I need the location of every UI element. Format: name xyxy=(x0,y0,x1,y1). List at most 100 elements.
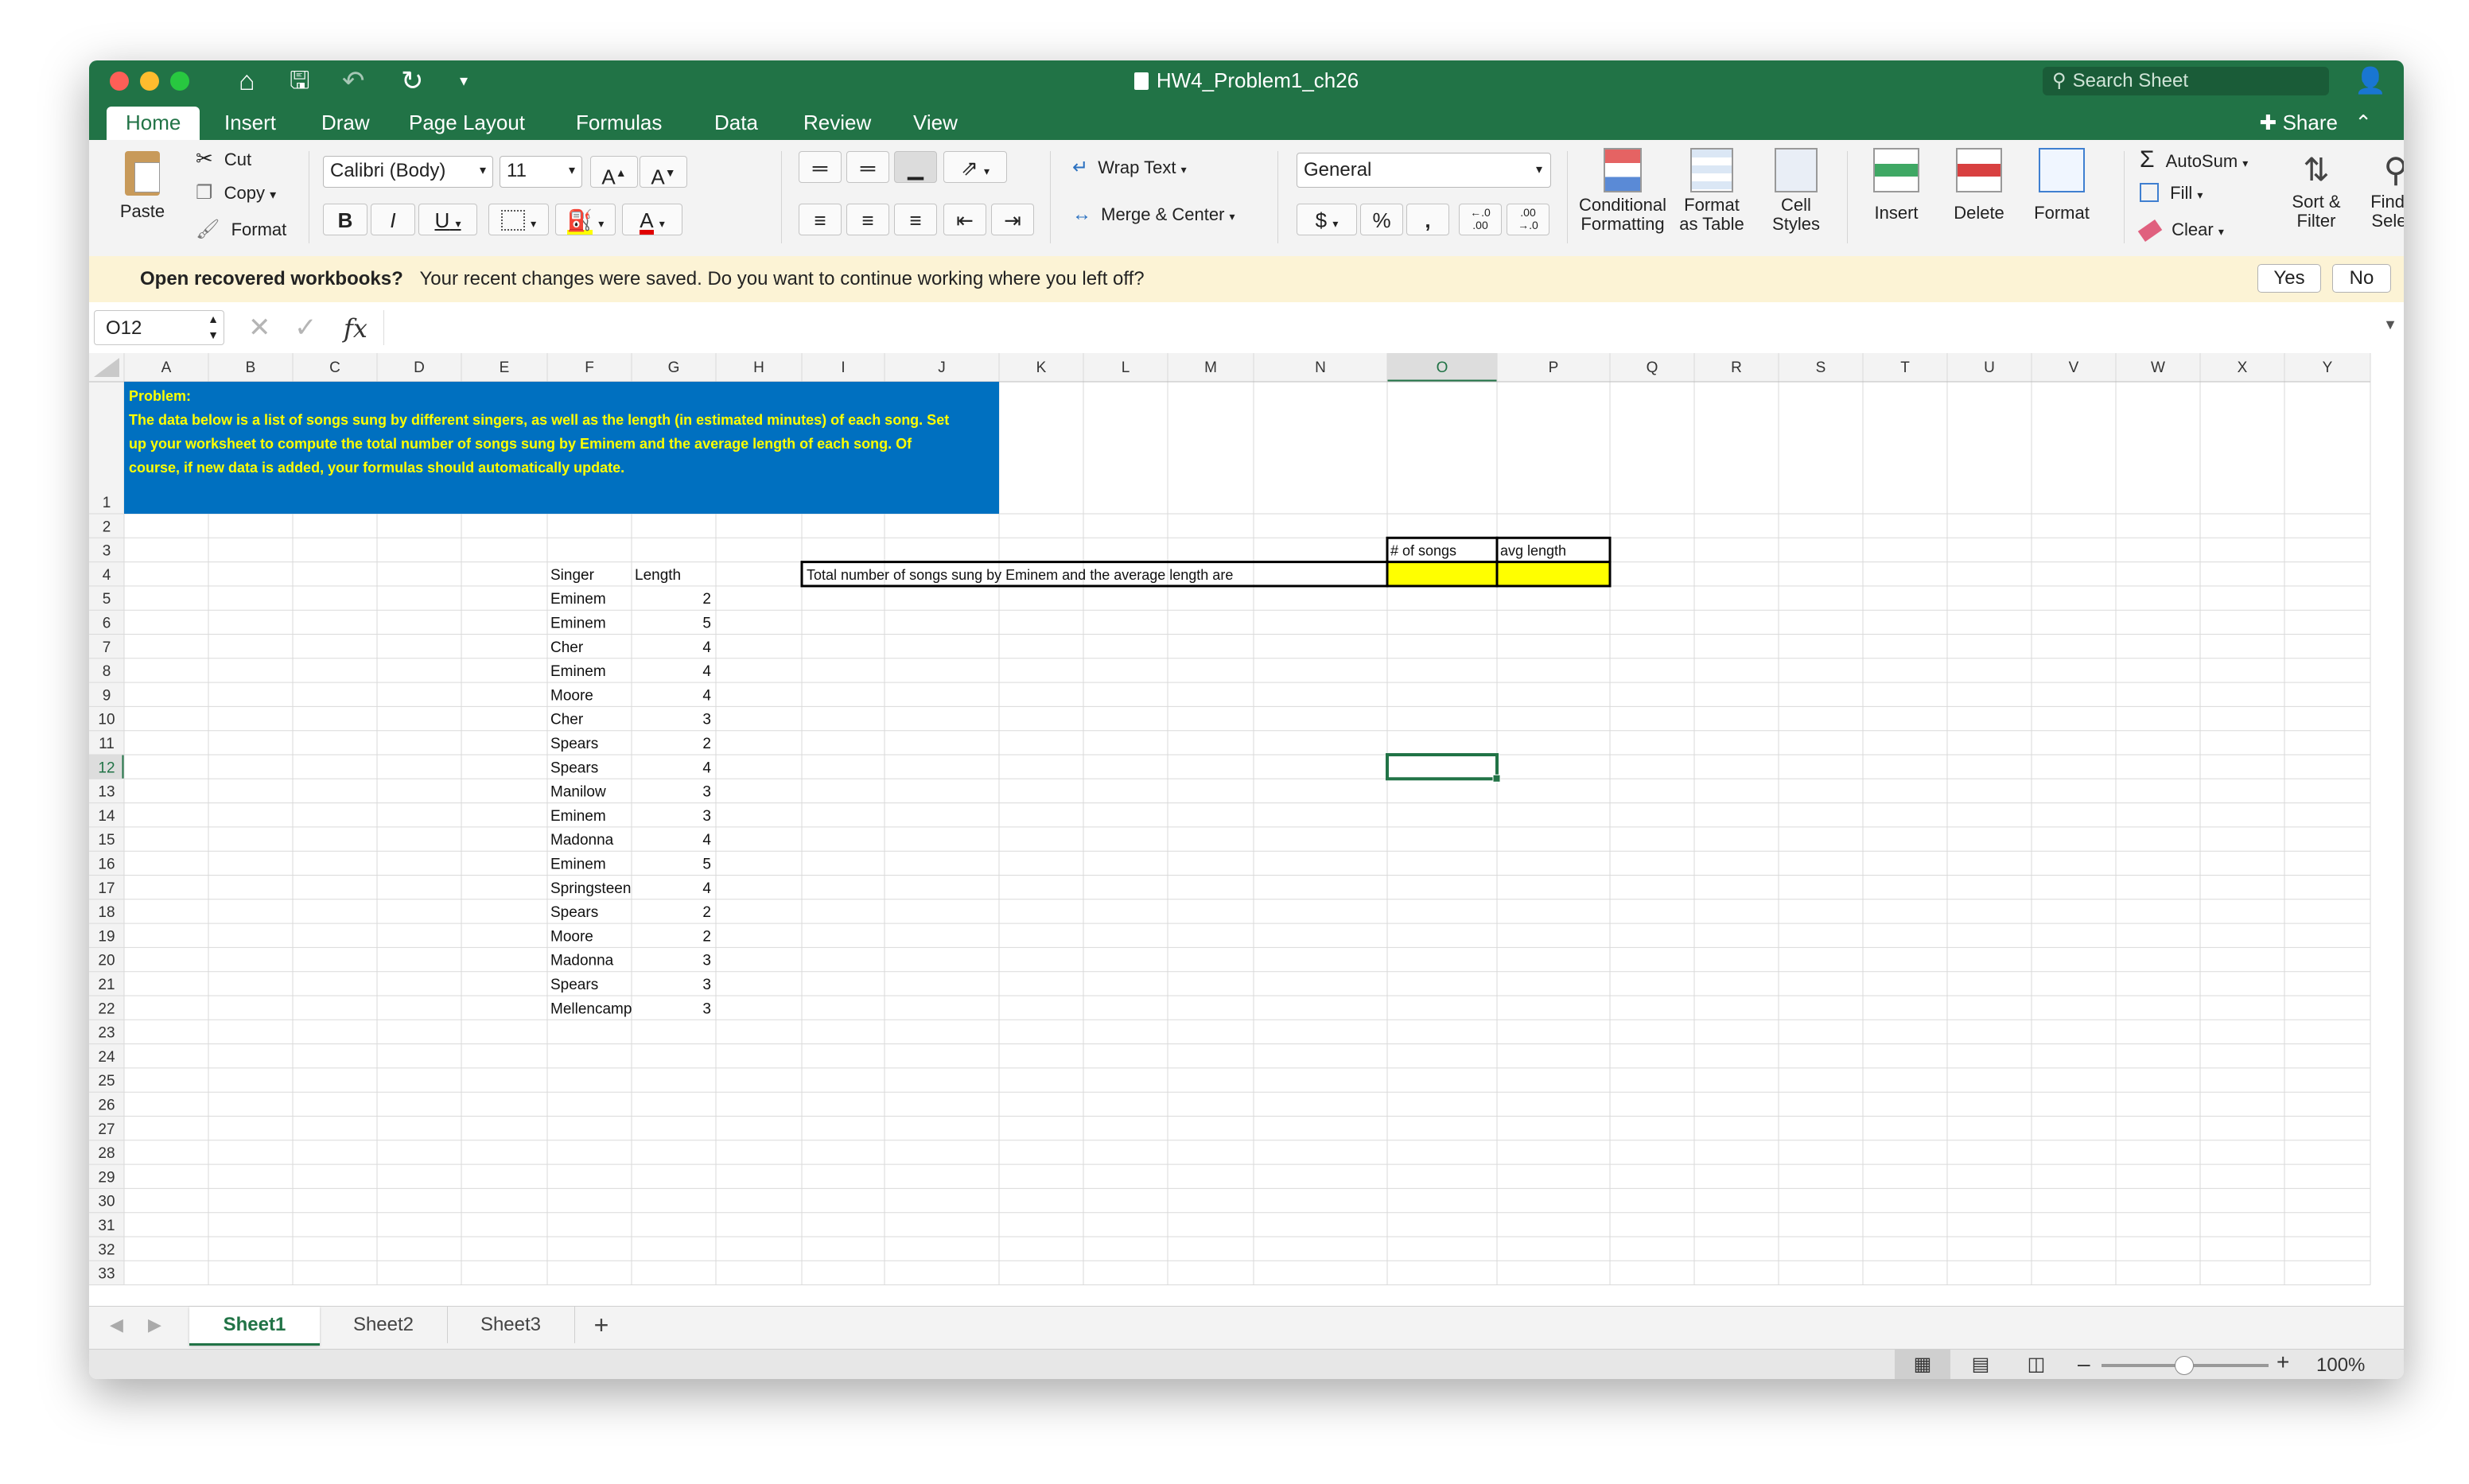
sheet-tab-sheet3[interactable]: Sheet3 xyxy=(447,1307,575,1343)
row-header-31: 31 xyxy=(98,1218,115,1234)
sheet-tab-sheet2[interactable]: Sheet2 xyxy=(320,1307,448,1343)
singer-cell: Moore xyxy=(550,928,593,945)
add-sheet-button[interactable]: + xyxy=(577,1307,625,1343)
page-layout-view-icon[interactable]: ▤ xyxy=(1955,1350,2006,1379)
row-header-6: 6 xyxy=(103,616,111,632)
length-cell: 3 xyxy=(702,784,711,801)
summary-label: Total number of songs sung by Eminem and… xyxy=(807,567,1233,583)
singer-cell: Spears xyxy=(550,904,598,921)
font-color-button[interactable]: A ▾ xyxy=(622,204,682,235)
row-header-18: 18 xyxy=(98,904,115,921)
format-painter-button[interactable]: 🖌 Format xyxy=(196,218,286,241)
fill-button[interactable]: Fill ▾ xyxy=(2140,183,2203,204)
format-cells-button[interactable]: Format xyxy=(2022,148,2102,223)
singer-cell: Eminem xyxy=(550,808,606,825)
find-select-button[interactable]: ⚲ Find &Select xyxy=(2358,148,2404,231)
increase-indent-icon[interactable]: ⇥ xyxy=(991,204,1034,235)
recovered-workbooks-bar: Open recovered workbooks? Your recent ch… xyxy=(89,256,2404,303)
comma-style-button[interactable]: , xyxy=(1406,204,1449,235)
length-cell: 2 xyxy=(702,928,711,945)
confirm-entry-icon[interactable]: ✓ xyxy=(294,312,317,344)
cancel-entry-icon[interactable]: ✕ xyxy=(248,312,271,344)
font-name-select[interactable]: Calibri (Body) ▾ xyxy=(323,156,493,188)
tab-review[interactable]: Review xyxy=(784,107,890,140)
tab-view[interactable]: View xyxy=(894,107,977,140)
no-button[interactable]: No xyxy=(2332,264,2391,293)
worksheet-grid[interactable]: A B C D E F G H I J K L M N O P Q R S T U V W X Y 1 2 3 4 5 6 7 8 9 10 11 12… xyxy=(89,353,2404,1307)
sort-filter-icon: ⇅ xyxy=(2303,153,2330,188)
zoom-in-icon[interactable]: + xyxy=(2277,1350,2289,1375)
delete-cells-button[interactable]: Delete xyxy=(1939,148,2019,223)
insert-function-icon[interactable]: fx xyxy=(344,313,367,344)
row-header-4: 4 xyxy=(103,567,111,584)
underline-button[interactable]: U ▾ xyxy=(418,204,477,235)
tab-data[interactable]: Data xyxy=(695,107,777,140)
sheet-tab-sheet1[interactable]: Sheet1 xyxy=(189,1307,320,1346)
account-icon[interactable]: 👤 xyxy=(2354,65,2386,95)
scroll-left-icon[interactable]: ◀ xyxy=(110,1315,123,1335)
align-bottom-icon[interactable]: ▁ xyxy=(894,151,937,183)
increase-decimal-button[interactable]: ←.0 .00 xyxy=(1459,204,1502,235)
decrease-font-size-button[interactable]: A▼ xyxy=(640,156,687,189)
fill-color-button[interactable]: ⛽ ▾ xyxy=(555,204,616,235)
zoom-out-icon[interactable]: – xyxy=(2078,1351,2090,1377)
zoom-level: 100% xyxy=(2316,1354,2366,1376)
sort-filter-button[interactable]: ⇅ Sort & Filter xyxy=(2278,148,2354,231)
merge-center-button[interactable]: ↔ Merge & Center ▾ xyxy=(1072,204,1235,226)
italic-button[interactable]: I xyxy=(371,204,415,235)
accounting-format-button[interactable]: $ ▾ xyxy=(1297,204,1357,235)
length-cell: 4 xyxy=(702,880,711,897)
scroll-right-icon[interactable]: ▶ xyxy=(148,1315,161,1335)
column-header-f: F xyxy=(585,359,594,376)
tab-formulas[interactable]: Formulas xyxy=(557,107,681,140)
align-center-icon[interactable]: ≡ xyxy=(846,204,889,235)
orientation-icon[interactable]: ⇗ ▾ xyxy=(943,151,1007,183)
align-middle-icon[interactable]: ═ xyxy=(846,151,889,183)
name-box[interactable]: O12 ▲ ▼ xyxy=(94,310,224,345)
merge-icon: ↔ xyxy=(1072,204,1091,225)
format-as-table-button[interactable]: Format as Table xyxy=(1672,148,1752,234)
ribbon-tabs: Home Insert Draw Page Layout Formulas Da… xyxy=(89,107,2404,140)
align-right-icon[interactable]: ≡ xyxy=(894,204,937,235)
paste-button[interactable]: Paste xyxy=(107,151,178,221)
tab-draw[interactable]: Draw xyxy=(302,107,389,140)
cell-grid[interactable]: A B C D E F G H I J K L M N O P Q R S T U V W X Y123456789101112… xyxy=(89,353,2404,1307)
align-left-icon[interactable]: ≡ xyxy=(799,204,842,235)
cut-button[interactable]: ✂ Cut xyxy=(196,146,251,171)
column-header-x: X xyxy=(2238,359,2248,376)
autosum-button[interactable]: Σ AutoSum ▾ xyxy=(2140,146,2248,173)
yes-button[interactable]: Yes xyxy=(2257,264,2321,293)
sheet-tab-bar: ◀ ▶ Sheet1 Sheet2 Sheet3 + xyxy=(89,1306,2404,1350)
zoom-slider[interactable] xyxy=(2102,1356,2269,1375)
page-break-view-icon[interactable]: ◫ xyxy=(2011,1350,2062,1379)
tab-page-layout[interactable]: Page Layout xyxy=(390,107,544,140)
tab-insert[interactable]: Insert xyxy=(205,107,295,140)
increase-font-size-button[interactable]: A▲ xyxy=(590,156,638,189)
normal-view-icon[interactable]: ▦ xyxy=(1895,1350,1950,1379)
font-size-select[interactable]: 11 ▾ xyxy=(500,156,582,188)
zoom-slider-thumb[interactable] xyxy=(2175,1356,2194,1375)
borders-icon xyxy=(500,210,525,231)
conditional-formatting-button[interactable]: Conditional Formatting xyxy=(1575,148,1670,234)
share-button[interactable]: ✚ Share ⌃ xyxy=(2260,107,2372,138)
wrap-text-button[interactable]: ↵ Wrap Text ▾ xyxy=(1072,156,1187,179)
align-top-icon[interactable]: ═ xyxy=(799,151,842,183)
tab-home[interactable]: Home xyxy=(107,107,200,140)
collapse-ribbon-icon[interactable]: ⌃ xyxy=(2354,111,2372,134)
decrease-decimal-button[interactable]: .00 →.0 xyxy=(1507,204,1549,235)
percent-style-button[interactable]: % xyxy=(1360,204,1403,235)
formula-input[interactable] xyxy=(383,310,2373,345)
clear-button[interactable]: Clear ▾ xyxy=(2137,219,2224,243)
insert-cells-button[interactable]: Insert xyxy=(1857,148,1936,223)
search-sheet-input[interactable]: ⚲ Search Sheet xyxy=(2043,67,2329,95)
borders-button[interactable]: ▾ xyxy=(488,204,549,235)
number-format-select[interactable]: General ▾ xyxy=(1297,153,1551,188)
decrease-indent-icon[interactable]: ⇤ xyxy=(943,204,986,235)
expand-formula-bar-icon[interactable]: ▼ xyxy=(2383,317,2397,333)
singer-cell: Moore xyxy=(550,687,593,704)
length-cell: 4 xyxy=(702,687,711,704)
bold-button[interactable]: B xyxy=(323,204,367,235)
cell-styles-button[interactable]: Cell Styles xyxy=(1756,148,1836,234)
copy-button[interactable]: ❐ Copy ▾ xyxy=(196,181,276,204)
row-header-7: 7 xyxy=(103,639,111,656)
